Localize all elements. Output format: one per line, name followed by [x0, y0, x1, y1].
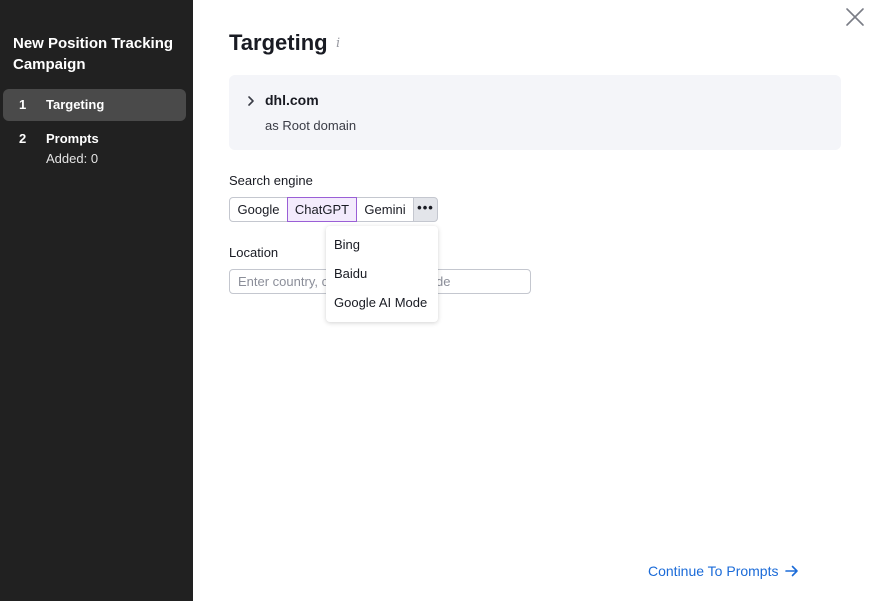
menu-item-bing[interactable]: Bing — [326, 230, 438, 259]
expand-domain-button[interactable] — [245, 94, 257, 108]
engine-chatgpt-button[interactable]: ChatGPT — [287, 197, 357, 222]
engine-gemini-button[interactable]: Gemini — [356, 197, 414, 222]
more-engines-menu: Bing Baidu Google AI Mode — [326, 226, 438, 322]
step-added-count: Added: 0 — [46, 151, 99, 166]
info-icon[interactable]: i — [336, 36, 340, 51]
step-number: 2 — [19, 131, 27, 146]
arrow-right-icon — [785, 565, 799, 577]
more-icon: ••• — [417, 200, 434, 215]
sidebar-step-targeting[interactable]: 1 Targeting — [3, 89, 186, 121]
engine-google-button[interactable]: Google — [229, 197, 288, 222]
domain-type: as Root domain — [265, 118, 357, 133]
page-title: Targeting — [229, 30, 328, 55]
step-label: Targeting — [46, 97, 105, 112]
continue-label: Continue To Prompts — [648, 563, 779, 579]
menu-item-baidu[interactable]: Baidu — [326, 259, 438, 288]
close-button[interactable] — [844, 6, 866, 28]
more-engines-button[interactable]: ••• — [413, 197, 438, 222]
step-number: 1 — [19, 97, 27, 112]
continue-to-prompts-button[interactable]: Continue To Prompts — [648, 563, 799, 579]
sidebar-step-prompts[interactable]: 2 Prompts Added: 0 — [3, 123, 186, 173]
step-label: Prompts — [46, 131, 99, 146]
sidebar: New Position Tracking Campaign 1 Targeti… — [0, 0, 193, 601]
domain-card: dhl.com as Root domain — [229, 75, 841, 150]
chevron-right-icon — [248, 96, 254, 106]
location-label: Location — [229, 245, 279, 260]
close-icon — [846, 8, 864, 26]
domain-name: dhl.com — [265, 92, 319, 108]
campaign-title: New Position Tracking Campaign — [13, 35, 174, 73]
search-engine-label: Search engine — [229, 173, 313, 188]
menu-item-google-ai-mode[interactable]: Google AI Mode — [326, 288, 438, 317]
